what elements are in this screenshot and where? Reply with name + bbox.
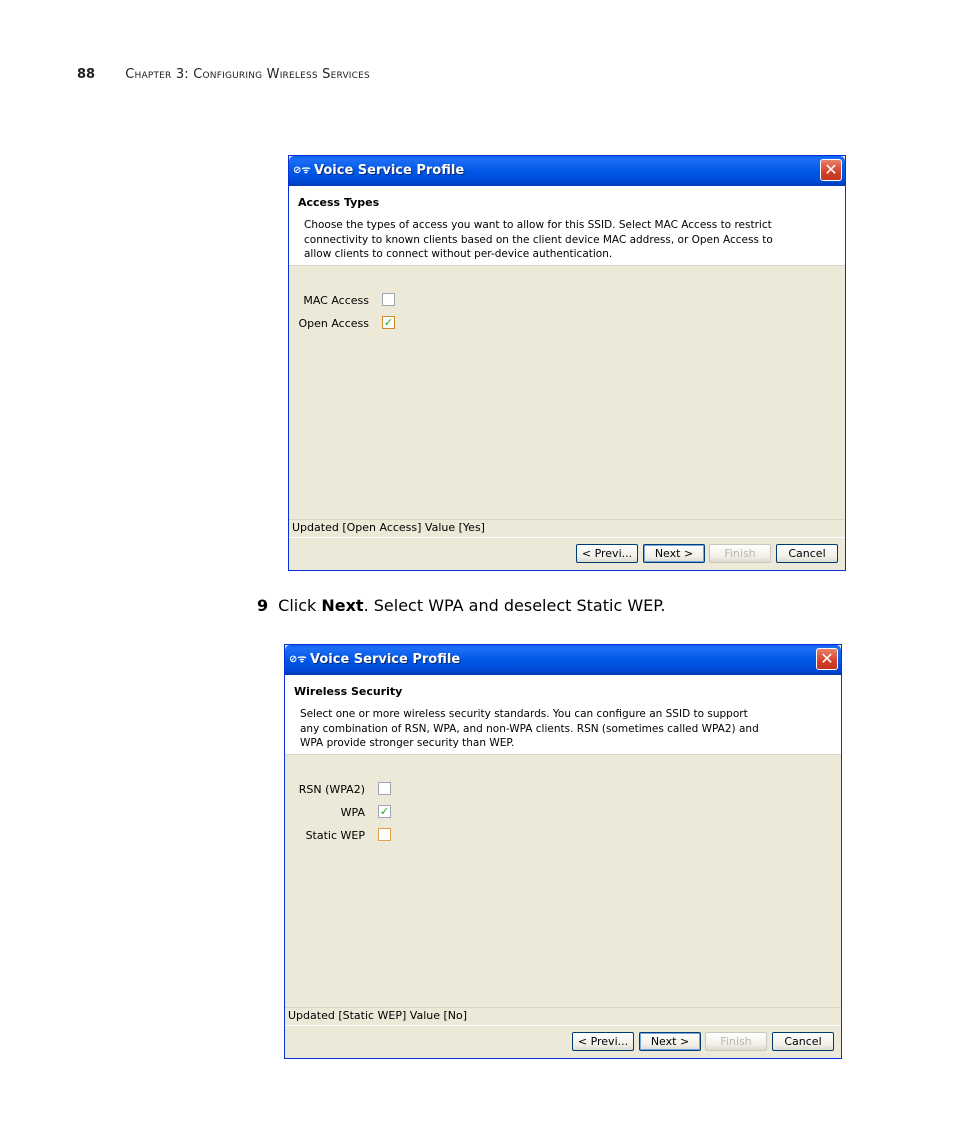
rsn-checkbox[interactable]	[378, 782, 391, 795]
options-panel: RSN (WPA2) WPA ✓ Static WEP	[285, 755, 841, 1008]
next-button[interactable]: Next >	[639, 1032, 701, 1051]
open-access-checkbox[interactable]: ✓	[382, 316, 395, 329]
section-description: Select one or more wireless security sta…	[300, 708, 759, 749]
status-bar: Updated [Open Access] Value [Yes]	[289, 519, 845, 538]
cancel-button[interactable]: Cancel	[772, 1032, 834, 1051]
option-label: Open Access	[298, 317, 369, 330]
title-bar[interactable]: ⊘ᯤ Voice Service Profile ✕	[285, 645, 841, 675]
previous-button[interactable]: < Previ...	[576, 544, 638, 563]
static-wep-checkbox[interactable]	[378, 828, 391, 841]
button-bar: < Previ... Next > Finish Cancel	[285, 1025, 841, 1058]
options-panel: MAC Access Open Access ✓	[289, 266, 845, 519]
step-text-suffix: . Select WPA and deselect Static WEP.	[363, 596, 666, 615]
option-mac-access[interactable]: MAC Access	[289, 293, 489, 309]
option-static-wep[interactable]: Static WEP	[285, 828, 485, 844]
close-button[interactable]: ✕	[816, 648, 838, 670]
next-button[interactable]: Next >	[643, 544, 705, 563]
step-number: 9	[257, 596, 269, 615]
status-bar: Updated [Static WEP] Value [No]	[285, 1007, 841, 1026]
button-bar: < Previ... Next > Finish Cancel	[289, 537, 845, 570]
option-wpa[interactable]: WPA ✓	[285, 805, 485, 821]
step-text-bold: Next	[321, 596, 364, 615]
dialog-wireless-security: ⊘ᯤ Voice Service Profile ✕ Wireless Secu…	[284, 644, 842, 1059]
section-description: Choose the types of access you want to a…	[304, 219, 773, 260]
option-open-access[interactable]: Open Access ✓	[289, 316, 489, 332]
wizard-header: Access Types Choose the types of access …	[289, 186, 845, 266]
window-title: Voice Service Profile	[314, 163, 465, 178]
finish-button[interactable]: Finish	[705, 1032, 767, 1051]
previous-button[interactable]: < Previ...	[572, 1032, 634, 1051]
dialog-access-types: ⊘ᯤ Voice Service Profile ✕ Access Types …	[288, 155, 846, 571]
option-label: MAC Access	[303, 294, 369, 307]
page-number: 88	[77, 67, 96, 82]
page-header: 88 Chapter 3: Configuring Wireless Servi…	[77, 67, 370, 82]
title-bar[interactable]: ⊘ᯤ Voice Service Profile ✕	[289, 156, 845, 186]
window-title: Voice Service Profile	[310, 652, 461, 667]
cancel-button[interactable]: Cancel	[776, 544, 838, 563]
chapter-title: Chapter 3: Configuring Wireless Services	[125, 67, 370, 82]
finish-button[interactable]: Finish	[709, 544, 771, 563]
wpa-checkbox[interactable]: ✓	[378, 805, 391, 818]
mac-access-checkbox[interactable]	[382, 293, 395, 306]
wizard-header: Wireless Security Select one or more wir…	[285, 675, 841, 755]
network-icon: ⊘ᯤ	[293, 165, 311, 176]
section-title: Wireless Security	[294, 685, 403, 698]
option-label: WPA	[340, 806, 365, 819]
option-rsn-wpa2[interactable]: RSN (WPA2)	[285, 782, 485, 798]
step-text-prefix: Click	[278, 596, 322, 615]
section-title: Access Types	[298, 196, 380, 209]
step-instruction: 9 Click Next. Select WPA and deselect Sta…	[257, 596, 666, 615]
option-label: Static WEP	[305, 829, 365, 842]
close-button[interactable]: ✕	[820, 159, 842, 181]
network-icon: ⊘ᯤ	[289, 654, 307, 665]
option-label: RSN (WPA2)	[298, 783, 365, 796]
